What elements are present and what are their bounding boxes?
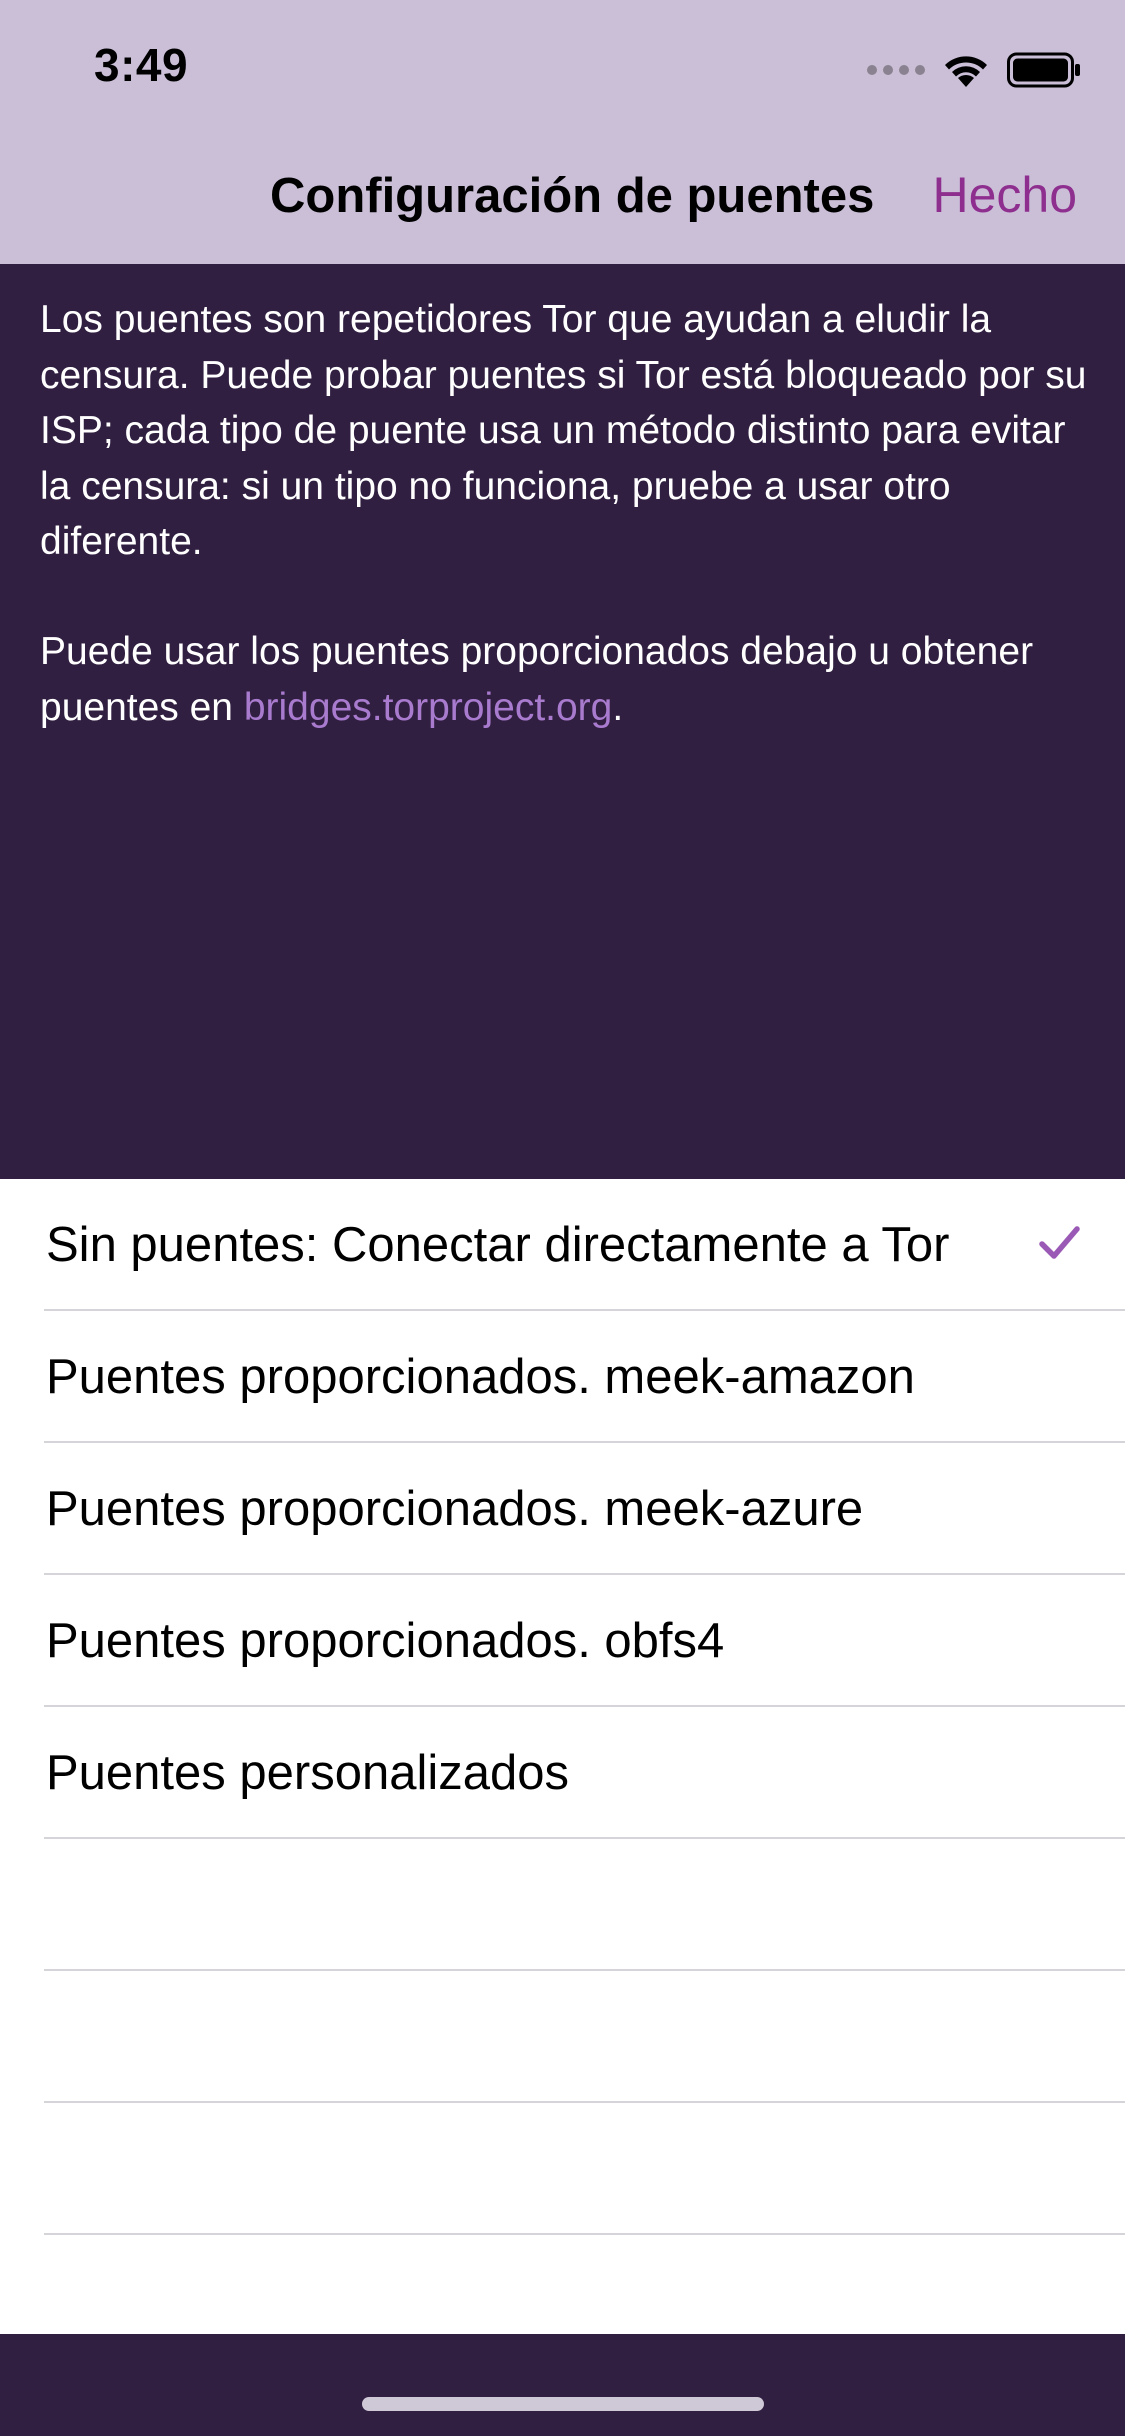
done-button[interactable]: Hecho bbox=[932, 166, 1077, 224]
bridge-source-suffix: . bbox=[612, 685, 624, 729]
status-icons bbox=[867, 48, 1081, 92]
option-meek-azure[interactable]: Puentes proporcionados. meek-azure bbox=[0, 1443, 1125, 1575]
navigation-bar: 3:49 Configuración de puentes Hecho bbox=[0, 0, 1125, 264]
bridge-config-screen: 3:49 Configuración de puentes Hecho Los … bbox=[0, 0, 1125, 2436]
empty-row bbox=[0, 1971, 1125, 2103]
option-obfs4[interactable]: Puentes proporcionados. obfs4 bbox=[0, 1575, 1125, 1707]
option-custom-bridges[interactable]: Puentes personalizados bbox=[0, 1707, 1125, 1839]
checkmark-icon bbox=[1039, 1226, 1080, 1259]
option-label: Sin puentes: Conectar directamente a Tor bbox=[46, 1218, 950, 1272]
bridge-options-list: Sin puentes: Conectar directamente a Tor… bbox=[0, 1179, 1125, 2334]
wifi-icon bbox=[945, 56, 987, 87]
signal-dots-icon bbox=[867, 65, 925, 75]
bridge-info-paragraph: Los puentes son repetidores Tor que ayud… bbox=[40, 298, 1087, 563]
empty-row bbox=[0, 2103, 1125, 2235]
empty-row bbox=[0, 1839, 1125, 1971]
torproject-bridges-link[interactable]: bridges.torproject.org bbox=[244, 686, 613, 729]
option-label: Puentes personalizados bbox=[46, 1746, 570, 1800]
option-no-bridges[interactable]: Sin puentes: Conectar directamente a Tor bbox=[0, 1179, 1125, 1311]
bottom-safe-area bbox=[0, 2334, 1125, 2436]
option-meek-amazon[interactable]: Puentes proporcionados. meek-amazon bbox=[0, 1311, 1125, 1443]
option-label: Puentes proporcionados. meek-amazon bbox=[46, 1350, 915, 1404]
home-indicator[interactable] bbox=[362, 2397, 764, 2411]
option-label: Puentes proporcionados. meek-azure bbox=[46, 1482, 864, 1536]
bridge-source-paragraph: Puede usar los puentes proporcionados de… bbox=[40, 624, 1090, 735]
bridge-info-section: Los puentes son repetidores Tor que ayud… bbox=[0, 264, 1125, 1179]
row-divider bbox=[44, 2233, 1125, 2235]
status-time: 3:49 bbox=[94, 39, 189, 91]
battery-icon bbox=[1007, 52, 1080, 88]
option-label: Puentes proporcionados. obfs4 bbox=[46, 1614, 725, 1668]
page-title: Configuración de puentes bbox=[270, 169, 875, 223]
